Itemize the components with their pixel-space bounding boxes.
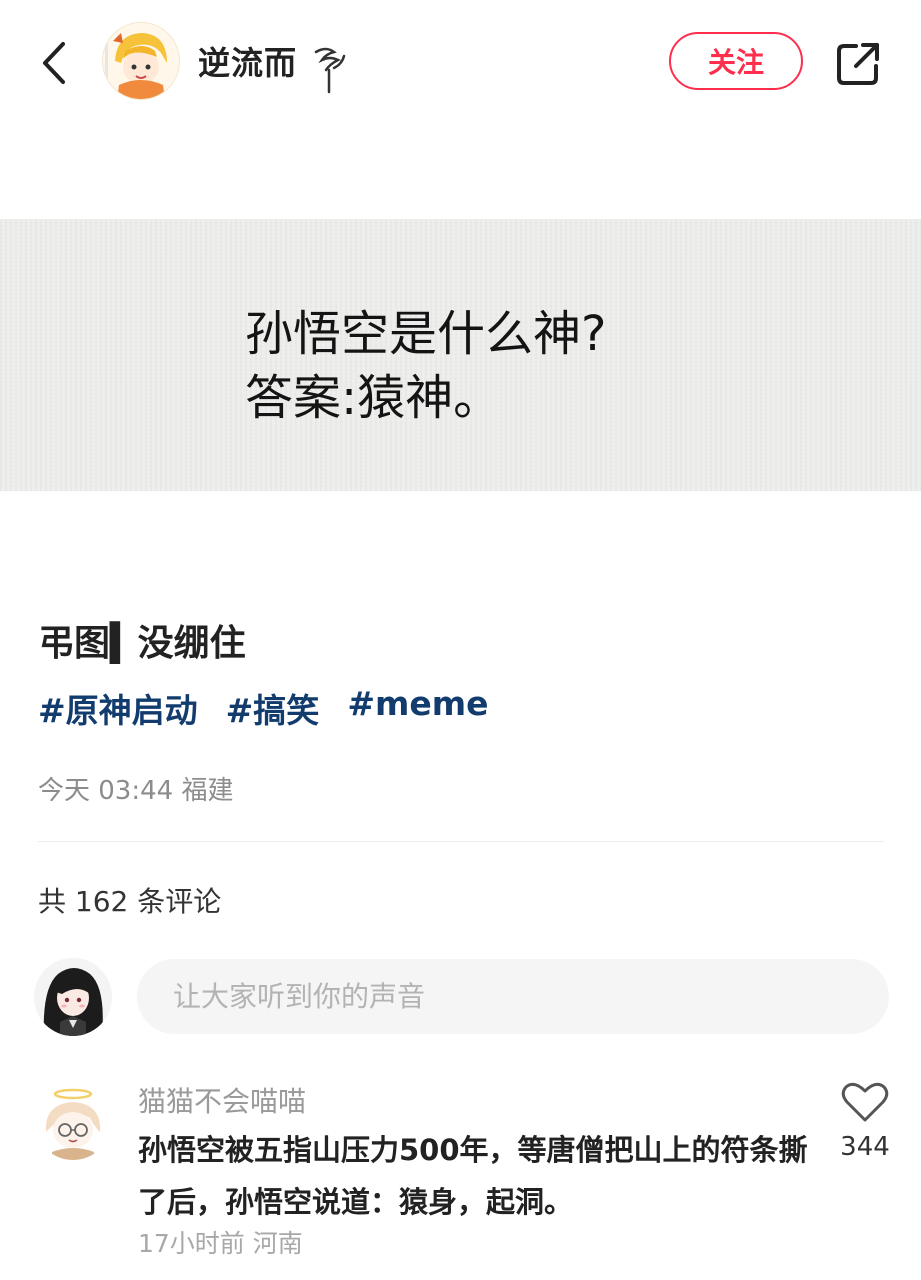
post-image-text-line2: 答案:猿神。	[245, 370, 502, 426]
comment-username[interactable]: 猫猫不会喵喵	[138, 1080, 306, 1120]
my-avatar-image	[34, 958, 112, 1036]
post-timestamp-location: 今天 03:44 福建	[38, 776, 234, 806]
flower-decoration-icon	[314, 47, 346, 94]
heart-icon	[841, 1082, 889, 1122]
author-username[interactable]: 逆流而	[198, 38, 297, 84]
share-icon	[837, 43, 879, 85]
back-button[interactable]	[32, 36, 76, 90]
tag-list: #原神启动 #搞笑 #meme	[38, 684, 489, 732]
chevron-left-icon	[43, 42, 65, 84]
post-title: 弔图▍没绷住	[38, 623, 246, 664]
tag-link[interactable]: #搞笑	[226, 684, 320, 732]
divider	[38, 841, 884, 842]
top-bar: 逆流而 关注	[0, 0, 921, 125]
my-avatar	[34, 958, 112, 1036]
comment-input[interactable]	[137, 959, 889, 1034]
comment-timestamp-location: 17小时前 河南	[138, 1229, 303, 1258]
share-button[interactable]	[834, 40, 882, 88]
author-avatar-image	[103, 23, 179, 99]
comment-like-count: 344	[840, 1132, 890, 1162]
tag-link[interactable]: #原神启动	[38, 684, 198, 732]
comment-avatar[interactable]	[34, 1082, 112, 1160]
comment-text: 孙悟空被五指山压力500年，等唐僧把山上的符条撕了后，孙悟空说道：猿身，起洞。	[138, 1133, 808, 1219]
comment-like-button[interactable]: 344	[834, 1080, 896, 1190]
post-image-text-line1: 孙悟空是什么神?	[245, 306, 607, 362]
tag-link[interactable]: #meme	[347, 684, 488, 732]
follow-button[interactable]: 关注	[669, 32, 803, 90]
comment-avatar-image	[34, 1082, 112, 1160]
comment-count: 共 162 条评论	[38, 885, 222, 918]
author-avatar[interactable]	[102, 22, 180, 100]
